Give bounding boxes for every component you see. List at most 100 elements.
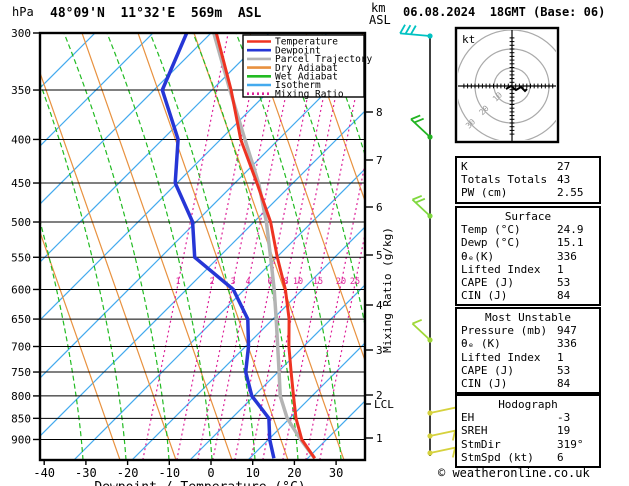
wind-barb-shaft [411, 198, 431, 217]
lcl-label: LCL [374, 398, 394, 411]
pressure-tick-label: 300 [11, 27, 31, 40]
temp-tick-label: -40 [33, 466, 55, 480]
row-value: 84 [557, 289, 571, 303]
pressure-tick-label: 650 [11, 313, 31, 326]
table-row: Lifted Index 1 [461, 263, 595, 276]
temperature-axis-title: Dewpoint / Temperature (°C) [94, 480, 305, 486]
table-row: K 27 [461, 160, 595, 173]
wind-barb [399, 24, 433, 39]
row-label: Lifted Index [461, 350, 541, 364]
wind-barb-shaft [411, 322, 431, 341]
mixing-ratio-value-label: 10 [293, 277, 303, 287]
row-label: θₑ (K) [461, 337, 501, 351]
mixing-ratio-value-label: 1 [175, 277, 180, 287]
row-value: 19 [557, 424, 571, 438]
table-row: CIN (J) 84 [461, 289, 595, 302]
mixing-ratio-value-label: 25 [350, 277, 360, 287]
table-row: EH -3 [461, 411, 595, 424]
km-tick-label: 1 [376, 432, 383, 445]
temperature-axis: -40 -30 -20 -10 0 10 20 30 Dewpoint / Temperatur… [33, 460, 343, 486]
pressure-tick-label: 550 [11, 251, 31, 264]
table-row: CAPE (J) 53 [461, 364, 595, 377]
temp-tick-label: 10 [245, 466, 259, 480]
temp-tick-label: 0 [207, 466, 214, 480]
row-value: 84 [557, 377, 571, 391]
pressure-tick-label: 350 [11, 84, 31, 97]
row-value: 947 [557, 324, 577, 338]
wind-barb-feather [404, 24, 412, 35]
index-table: K 27 Totals Totals 43 PW (cm) 2.55 [455, 156, 601, 204]
row-value: 336 [557, 249, 577, 263]
row-label: CIN (J) [461, 377, 508, 391]
row-label: Pressure (mb) [461, 324, 548, 338]
table-title: Surface [504, 210, 552, 223]
table-row: StmDir 319° [461, 438, 595, 451]
wind-barb-feather [415, 197, 426, 204]
table-row: Temp (°C) 24.9 [461, 223, 595, 236]
row-label: CAPE (J) [461, 363, 514, 377]
row-value: -3 [557, 411, 571, 425]
row-value: 6 [557, 450, 564, 464]
row-label: Dewp (°C) [461, 236, 521, 250]
row-label: EH [461, 411, 475, 425]
table-title: Hodograph [498, 398, 558, 411]
km-tick-label: 6 [376, 201, 383, 214]
pressure-tick-label: 400 [11, 133, 31, 146]
mixing-ratio-value-label: 4 [245, 277, 250, 287]
row-value: 319° [557, 437, 584, 451]
pressure-tick-label: 800 [11, 390, 31, 403]
wind-barb-feather [410, 114, 421, 121]
temp-tick-label: 20 [287, 466, 301, 480]
row-value: 24.9 [557, 223, 584, 237]
wind-barb-feather [412, 318, 423, 325]
table-title: Most Unstable [484, 311, 572, 324]
table-row: CIN (J) 84 [461, 377, 595, 390]
table-row: CAPE (J) 53 [461, 276, 595, 289]
row-label: Lifted Index [461, 262, 541, 276]
pressure-tick-label: 750 [11, 366, 31, 379]
row-label: Temp (°C) [461, 223, 521, 237]
table-row: θₑ(K) 336 [461, 250, 595, 263]
temp-tick-label: -10 [158, 466, 180, 480]
row-label: θₑ(K) [461, 249, 495, 263]
row-value: 1 [557, 350, 564, 364]
mixing-ratio-value-label: 2 [209, 277, 214, 287]
wind-barb-shaft [410, 118, 431, 138]
row-value: 43 [557, 173, 571, 187]
legend-item-label: Mixing Ratio [275, 89, 344, 100]
row-value: 15.1 [557, 236, 584, 250]
row-label: Totals Totals [461, 173, 548, 187]
table-row: PW (cm) 2.55 [461, 186, 595, 199]
wind-barb-feather [399, 24, 406, 34]
pressure-tick-label: 500 [11, 216, 31, 229]
hodograph: 102030kt [454, 26, 560, 144]
index-table-hodograph: Hodograph EH -3 SREH 19 StmDir 319° StmSpd (kt)… [455, 394, 601, 469]
wind-barb-feather [412, 194, 423, 201]
copyright-footer: © weatheronline.co.uk [438, 466, 590, 480]
row-label: CIN (J) [461, 289, 508, 303]
table-row: θₑ (K) 336 [461, 337, 595, 350]
legend-box: TemperatureDewpointParcel TrajectoryDry … [242, 34, 373, 100]
pressure-tick-label: 900 [11, 433, 31, 446]
table-row: StmSpd (kt) 6 [461, 451, 595, 464]
row-label: StmSpd (kt) [461, 450, 534, 464]
pressure-tick-label: 600 [11, 283, 31, 296]
pressure-tick-label: 450 [11, 177, 31, 190]
row-label: PW (cm) [461, 186, 508, 200]
table-row: Dewp (°C) 15.1 [461, 236, 595, 249]
row-value: 1 [557, 262, 564, 276]
hodograph-trace [505, 84, 528, 93]
mixing-ratio-labels: 1 2 3 4 6 8 10 15 20 25 [175, 277, 360, 287]
table-row: Lifted Index 1 [461, 351, 595, 364]
row-label: StmDir [461, 437, 501, 451]
row-value: 53 [557, 276, 571, 290]
km-axis: 87654321LCLMixing Ratio (g/kg) [365, 106, 394, 445]
temp-tick-label: -20 [117, 466, 139, 480]
row-label: SREH [461, 424, 488, 438]
hodograph-unit-label: kt [462, 33, 475, 46]
mixing-ratio-axis-title: Mixing Ratio (g/kg) [381, 227, 394, 353]
pressure-tick-label: 700 [11, 341, 31, 354]
row-value: 336 [557, 337, 577, 351]
temp-tick-label: 30 [329, 466, 343, 480]
wind-barb-feather [414, 117, 424, 124]
